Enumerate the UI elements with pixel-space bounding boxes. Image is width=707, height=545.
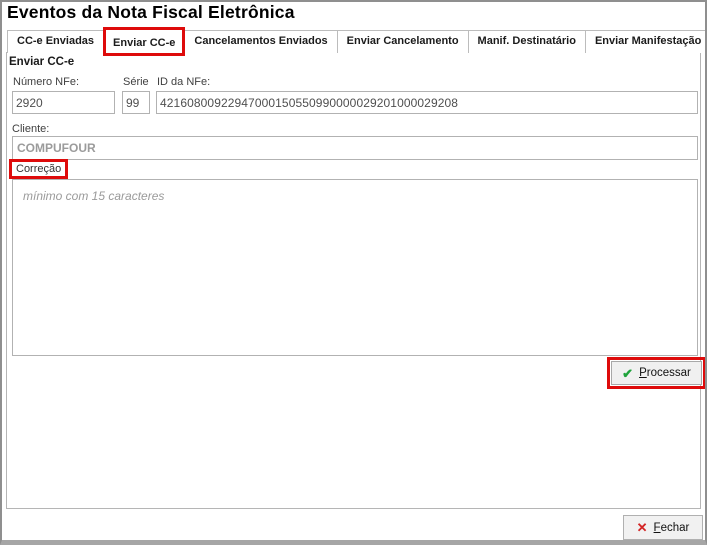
id-nfe-label: ID da NFe: — [157, 76, 210, 88]
processar-button-label: Processar — [639, 367, 691, 379]
tab-enviar-manifestacao[interactable]: Enviar Manifestação — [585, 30, 707, 53]
group-title: Enviar CC-e — [9, 56, 74, 68]
serie-label: Série — [123, 76, 149, 88]
page-title: Eventos da Nota Fiscal Eletrônica — [7, 2, 295, 23]
correcao-label-highlight: Correção — [9, 159, 68, 179]
tab-enviar-cce[interactable]: Enviar CC-e — [103, 27, 185, 56]
tab-cancelamentos-enviados[interactable]: Cancelamentos Enviados — [184, 30, 337, 53]
id-nfe-input[interactable] — [156, 91, 698, 114]
tab-bar: CC-e Enviadas Enviar CC-e Cancelamentos … — [7, 30, 707, 53]
tab-enviar-cancelamento[interactable]: Enviar Cancelamento — [337, 30, 469, 53]
cliente-field[interactable] — [12, 136, 698, 160]
fechar-button[interactable]: ✕ Fechar — [623, 515, 703, 540]
numero-nfe-input[interactable] — [12, 91, 115, 114]
cliente-label: Cliente: — [12, 123, 49, 135]
check-icon: ✔ — [622, 367, 633, 380]
serie-input[interactable] — [122, 91, 150, 114]
correcao-label: Correção — [16, 163, 61, 175]
enviar-cce-panel: Enviar CC-e Número NFe: Série ID da NFe:… — [6, 52, 701, 509]
tab-cce-enviadas[interactable]: CC-e Enviadas — [7, 30, 104, 53]
tab-manif-destinatario[interactable]: Manif. Destinatário — [468, 30, 586, 53]
x-icon: ✕ — [637, 521, 648, 534]
nfe-events-window: Eventos da Nota Fiscal Eletrônica CC-e E… — [0, 0, 707, 545]
processar-button[interactable]: ✔ Processar — [611, 361, 702, 385]
correcao-textarea[interactable] — [12, 179, 698, 356]
fechar-button-label: Fechar — [654, 522, 690, 534]
processar-button-highlight: ✔ Processar — [607, 357, 706, 389]
numero-nfe-label: Número NFe: — [13, 76, 79, 88]
